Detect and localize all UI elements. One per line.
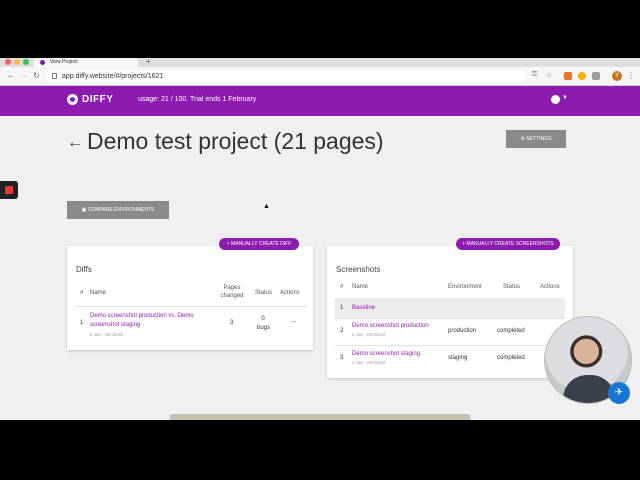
maximize-window-icon[interactable]: [23, 59, 29, 65]
extension-icon[interactable]: [564, 72, 572, 80]
screenshot-row-link[interactable]: Baseline: [352, 304, 375, 313]
mouse-cursor-icon: ▲: [263, 203, 270, 210]
mac-dock: [170, 414, 470, 420]
screenshots-col-environment: Environment: [448, 284, 482, 290]
page-title: Demo test project (21 pages): [87, 128, 384, 154]
lock-icon: [52, 73, 57, 79]
diff-row-pages: 3: [230, 320, 234, 326]
screenshots-title: Screenshots: [336, 265, 381, 274]
diffy-logo-icon[interactable]: [67, 94, 78, 105]
settings-button[interactable]: ⚙ SETTINGS: [506, 130, 566, 148]
screenshot-row-num: 1: [340, 305, 344, 311]
address-bar-url: app.diffy.website/#/projects/1621: [62, 73, 164, 80]
screenshot-row-environment: production: [448, 328, 477, 334]
screenshot-row-status: completed: [497, 328, 525, 334]
browser-tab-bar: View Project +: [0, 58, 640, 67]
diff-row-actions[interactable]: ...: [291, 318, 296, 324]
bookmark-star-icon[interactable]: ☆: [546, 71, 552, 79]
screenshot-row-link[interactable]: Demo screenshot production: [352, 322, 429, 331]
screenshot-row-link[interactable]: Demo screenshot staging: [352, 350, 420, 359]
screenshot-row-num: 2: [340, 328, 344, 334]
browser-menu-icon[interactable]: ⋮: [627, 71, 635, 80]
usage-text: usage: 21 / 100. Trial ends 1 February: [138, 96, 257, 103]
brand-name[interactable]: DIFFY: [82, 94, 113, 105]
diffs-col-status: Status: [255, 290, 273, 296]
diffy-favicon-icon: [40, 60, 45, 65]
divider: [335, 345, 565, 346]
browser-tab[interactable]: View Project: [34, 58, 138, 67]
app-header: DIFFY usage: 21 / 100. Trial ends 1 Febr…: [0, 86, 640, 116]
forward-nav-icon[interactable]: →: [20, 71, 28, 80]
chat-bubble-icon[interactable]: ✈: [608, 382, 630, 404]
screenshot-row-status: completed: [497, 355, 525, 361]
account-icon[interactable]: [551, 95, 560, 104]
screen: View Project + ← → ↻ app.diffy.website/#…: [0, 58, 640, 420]
screenshot-row-date: 2 Jan - 06:53AM: [352, 332, 386, 337]
new-tab-button[interactable]: +: [146, 58, 151, 66]
screenshots-col-num: #: [340, 284, 344, 290]
back-arrow-icon[interactable]: ←: [67, 134, 83, 152]
diffs-col-name: Name: [90, 290, 107, 296]
extension-icon[interactable]: [592, 72, 600, 80]
create-screenshots-button[interactable]: + MANUALLY CREATE SCREENSHOTS: [456, 238, 560, 250]
diffs-col-num: #: [80, 290, 84, 296]
divider: [335, 318, 565, 319]
diff-row-status: 0 bugs: [257, 316, 271, 331]
compare-environments-button[interactable]: ▣ COMPARE ENVIRONMENTS: [67, 201, 169, 219]
profile-avatar[interactable]: Y: [612, 71, 622, 81]
screenshots-col-status: Status: [503, 284, 521, 290]
diffs-card: Diffs # Name Pages changed Status Action…: [67, 246, 313, 350]
minimize-window-icon[interactable]: [14, 59, 20, 65]
screenshots-col-name: Name: [352, 284, 369, 290]
create-diff-button[interactable]: + MANUALLY CREATE DIFF: [219, 238, 299, 250]
screenshot-row-date: 2 Jan - 06:53AM: [352, 360, 386, 365]
diff-row-date: 2 Jan - 06:53AM: [90, 332, 124, 337]
address-bar[interactable]: app.diffy.website/#/projects/1621: [46, 70, 526, 83]
extension-icon[interactable]: [578, 72, 586, 80]
diffs-col-actions: Actions: [280, 290, 300, 296]
record-stop-icon[interactable]: [0, 181, 18, 199]
back-nav-icon[interactable]: ←: [7, 71, 15, 80]
diff-row-link[interactable]: Demo screenshot production vs. Demo scre…: [90, 312, 210, 330]
diffs-title: Diffs: [76, 265, 92, 274]
screenshots-col-actions: Actions: [540, 284, 560, 290]
browser-tab-title: View Project: [50, 59, 78, 65]
close-window-icon[interactable]: [5, 59, 11, 65]
reload-icon[interactable]: ↻: [33, 71, 40, 80]
screenshot-row-num: 3: [340, 355, 344, 361]
screenshots-card: Screenshots # Name Environment Status Ac…: [327, 246, 573, 378]
screenshot-row-environment: staging: [448, 355, 468, 361]
diffs-col-pages: Pages changed: [220, 285, 244, 299]
divider: [75, 306, 307, 307]
browser-toolbar: ← → ↻ app.diffy.website/#/projects/1621 …: [0, 67, 640, 86]
chevron-down-icon[interactable]: ▼: [562, 95, 568, 101]
presenter-shirt: [563, 375, 615, 403]
diff-row-num: 1: [80, 320, 84, 326]
key-icon[interactable]: ⚿: [532, 71, 537, 79]
